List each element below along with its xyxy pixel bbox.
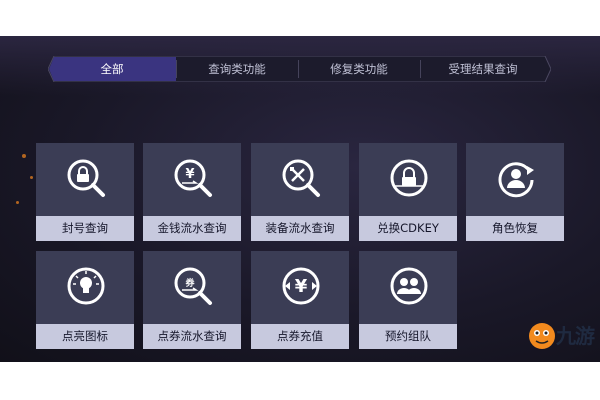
tile-label: 预约组队: [359, 324, 457, 349]
tile-role-restore[interactable]: 角色恢复: [466, 143, 564, 241]
ember-decoration: [22, 154, 26, 158]
ember-decoration: [30, 176, 33, 179]
tab-repair-functions[interactable]: 修复类功能: [298, 56, 420, 82]
tile-label: 角色恢复: [466, 216, 564, 241]
tile-money-flow-query[interactable]: ¥ 金钱流水查询: [143, 143, 241, 241]
tile-label: 封号查询: [36, 216, 134, 241]
tab-query-functions[interactable]: 查询类功能: [176, 56, 298, 82]
tile-label: 兑换CDKEY: [359, 216, 457, 241]
tile-ban-query[interactable]: 封号查询: [36, 143, 134, 241]
tile-light-icon[interactable]: 点亮图标: [36, 251, 134, 349]
yen-recharge-icon: ¥: [282, 267, 320, 305]
service-panel: 全部 查询类功能 修复类功能 受理结果查询 封号查询 ¥ 金钱流水查询 装备流水…: [0, 36, 600, 362]
team-icon: [390, 267, 428, 305]
user-restore-icon: [498, 162, 534, 198]
svg-text:¥: ¥: [185, 167, 194, 182]
watermark-text: 九游: [556, 324, 595, 348]
tile-redeem-cdkey[interactable]: 兑换CDKEY: [359, 143, 457, 241]
tile-label: 点券流水查询: [143, 324, 241, 349]
tab-all[interactable]: 全部: [48, 56, 176, 82]
tile-label: 金钱流水查询: [143, 216, 241, 241]
tile-label: 点券充值: [251, 324, 349, 349]
lock-code-icon: [390, 159, 428, 197]
tile-team-reservation[interactable]: 预约组队: [359, 251, 457, 349]
lock-search-icon: [67, 159, 105, 197]
lightbulb-icon: [67, 267, 105, 305]
category-tab-bar: 全部 查询类功能 修复类功能 受理结果查询: [48, 56, 551, 82]
coupon-search-icon: 券: [174, 267, 212, 305]
tile-label: 点亮图标: [36, 324, 134, 349]
tile-coupon-flow-query[interactable]: 券 点券流水查询: [143, 251, 241, 349]
tab-result-query[interactable]: 受理结果查询: [420, 56, 546, 82]
tile-coupon-recharge[interactable]: ¥ 点券充值: [251, 251, 349, 349]
equipment-search-icon: [282, 159, 320, 197]
tile-label: 装备流水查询: [251, 216, 349, 241]
ember-decoration: [16, 201, 19, 204]
svg-text:券: 券: [184, 277, 195, 289]
svg-text:¥: ¥: [295, 276, 308, 297]
tile-equipment-flow-query[interactable]: 装备流水查询: [251, 143, 349, 241]
yen-exchange-icon: ¥: [174, 159, 212, 197]
